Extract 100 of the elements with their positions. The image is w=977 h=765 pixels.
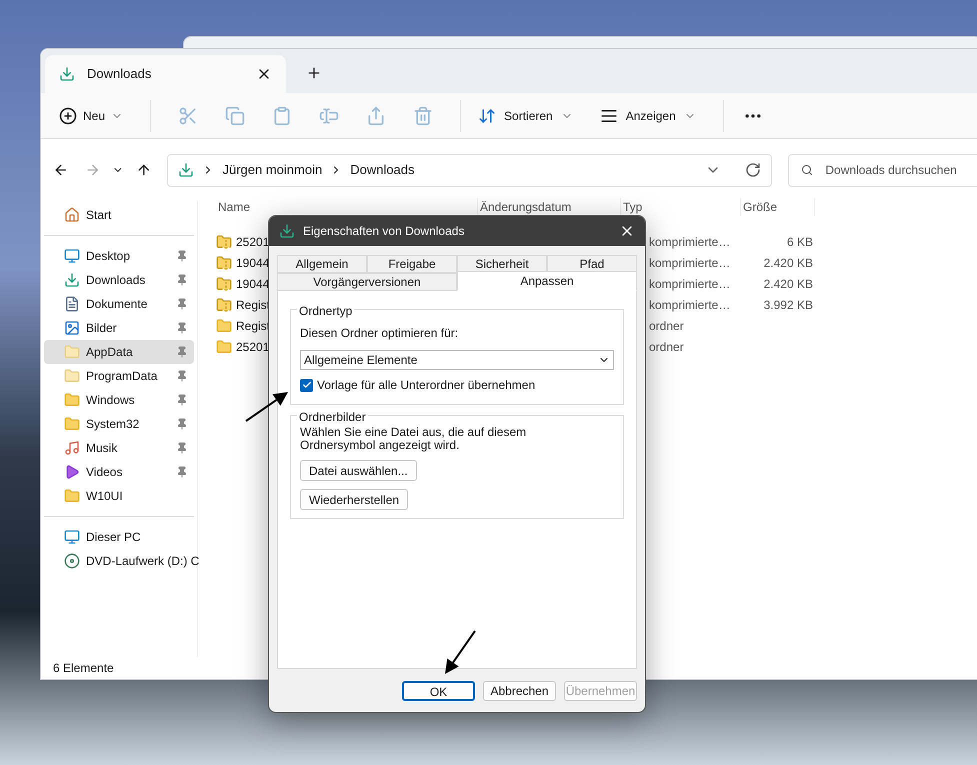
- dialog-button[interactable]: Wiederherstellen: [300, 489, 408, 510]
- breadcrumb[interactable]: Jürgen moinmoin: [222, 160, 322, 180]
- paste-icon[interactable]: [272, 106, 292, 126]
- document-icon: [64, 296, 80, 312]
- pin-icon[interactable]: [176, 322, 188, 334]
- new-button[interactable]: Neu: [59, 106, 124, 124]
- tab-title: Downloads: [87, 65, 152, 84]
- up-icon[interactable]: [136, 162, 152, 178]
- sort-arrows-icon: [478, 106, 496, 124]
- pin-icon[interactable]: [176, 394, 188, 406]
- forward-icon[interactable]: [84, 162, 100, 178]
- file-size: 3.992 KB: [762, 296, 813, 314]
- folder-icon: [216, 318, 232, 334]
- dialog-button[interactable]: Abbrechen: [483, 681, 556, 701]
- sidebar-item[interactable]: Start: [44, 203, 194, 227]
- file-size: 2.420 KB: [762, 254, 813, 272]
- checkbox-label: Vorlage für alle Unterordner übernehmen: [317, 377, 536, 394]
- sidebar-item[interactable]: DVD-Laufwerk (D:) C: [44, 549, 206, 573]
- new-tab-icon[interactable]: [306, 65, 322, 81]
- dialog-tab[interactable]: Anpassen: [457, 271, 637, 291]
- file-name[interactable]: 25201: [236, 232, 270, 250]
- folder-icon: [64, 416, 80, 432]
- file-name[interactable]: 25201: [236, 338, 270, 356]
- dialog-tab[interactable]: Vorgängerversionen: [277, 273, 457, 291]
- sidebar-item[interactable]: Windows: [44, 388, 194, 412]
- refresh-icon[interactable]: [745, 162, 762, 178]
- sidebar-item[interactable]: ProgramData: [44, 364, 194, 388]
- file-type: ordner: [648, 318, 685, 334]
- search-icon: [801, 164, 814, 176]
- download-icon: [64, 272, 80, 288]
- field-label: Diesen Ordner optimieren für:: [300, 325, 460, 342]
- download-icon: [279, 223, 295, 239]
- disc-drive-icon: [64, 553, 80, 569]
- view-button[interactable]: Anzeigen: [600, 106, 696, 124]
- pin-icon[interactable]: [176, 298, 188, 310]
- text-cursor-icon[interactable]: [319, 106, 340, 126]
- folder-icon: [64, 344, 80, 360]
- pin-icon[interactable]: [176, 370, 188, 382]
- sidebar-item[interactable]: AppData: [44, 340, 194, 364]
- pin-icon[interactable]: [176, 466, 188, 478]
- file-name[interactable]: 19044: [236, 254, 270, 272]
- plus-icon: [59, 106, 77, 124]
- desktop-icon: [64, 248, 80, 264]
- share-icon[interactable]: [366, 106, 386, 126]
- sidebar-item[interactable]: Downloads: [44, 268, 194, 292]
- sidebar-item[interactable]: Desktop: [44, 244, 194, 268]
- sidebar-item[interactable]: Musik: [44, 436, 194, 460]
- folder-type-select[interactable]: Allgemeine Elemente: [300, 350, 614, 370]
- file-size: 2.420 KB: [762, 276, 813, 292]
- delete-icon[interactable]: [413, 106, 434, 126]
- copy-icon[interactable]: [225, 106, 246, 126]
- pin-icon[interactable]: [176, 442, 188, 454]
- sidebar-item[interactable]: Bilder: [44, 316, 194, 340]
- folder-icon: [64, 488, 80, 504]
- folder-icon: [64, 392, 80, 408]
- sidebar-item[interactable]: Dokumente: [44, 292, 194, 316]
- sidebar-item[interactable]: W10UI: [44, 484, 194, 508]
- pointer-arrow: [245, 392, 288, 422]
- checkbox[interactable]: [300, 378, 313, 392]
- dialog-title-bar: Eigenschaften von Downloads: [269, 216, 645, 246]
- zip-folder-icon: [216, 254, 232, 270]
- folder-icon: [64, 368, 80, 384]
- pin-icon[interactable]: [176, 250, 188, 262]
- search-field[interactable]: Downloads durchsuchen: [788, 154, 977, 186]
- zip-folder-icon: [216, 276, 232, 292]
- home-icon: [64, 207, 80, 223]
- download-icon: [59, 66, 75, 82]
- pointer-arrow: [445, 630, 476, 674]
- zip-folder-icon: [216, 296, 232, 312]
- computer-icon: [64, 529, 80, 545]
- cut-icon[interactable]: [178, 106, 198, 126]
- status-text: 6 Elemente: [53, 660, 114, 677]
- dialog-tab[interactable]: Freigabe: [367, 255, 457, 273]
- music-note-icon: [64, 440, 80, 456]
- pin-icon[interactable]: [176, 346, 188, 358]
- pin-icon[interactable]: [176, 274, 188, 286]
- breadcrumb[interactable]: Downloads: [350, 160, 415, 180]
- sidebar-item[interactable]: System32: [44, 412, 194, 436]
- dialog-button[interactable]: Datei auswählen...: [300, 460, 417, 481]
- explorer-tab[interactable]: Downloads: [45, 55, 286, 93]
- file-size: 6 KB: [786, 234, 813, 250]
- description-text: Wählen Sie eine Datei aus, die auf diesem Ordnersymbol angezeigt wird.: [300, 426, 528, 452]
- download-icon: [178, 162, 194, 178]
- pin-icon[interactable]: [176, 418, 188, 430]
- video-icon: [64, 464, 80, 480]
- folder-icon: [216, 338, 232, 354]
- file-type: komprimierte…: [648, 276, 732, 292]
- file-type: ordner: [648, 338, 685, 356]
- column-header[interactable]: Größe: [741, 198, 815, 216]
- address-bar[interactable]: Jürgen moinmoin Downloads: [167, 154, 772, 186]
- file-name[interactable]: 19044: [236, 274, 270, 292]
- picture-icon: [64, 320, 80, 336]
- check-icon: [302, 380, 312, 390]
- dialog-tab[interactable]: Allgemein: [277, 255, 367, 273]
- dialog-button[interactable]: OK: [402, 681, 475, 701]
- sort-button[interactable]: Sortieren: [478, 106, 573, 124]
- file-type: komprimierte…: [648, 296, 732, 314]
- sidebar-item[interactable]: Videos: [44, 460, 194, 484]
- sidebar-item[interactable]: Dieser PC: [44, 525, 194, 549]
- back-icon[interactable]: [53, 162, 69, 178]
